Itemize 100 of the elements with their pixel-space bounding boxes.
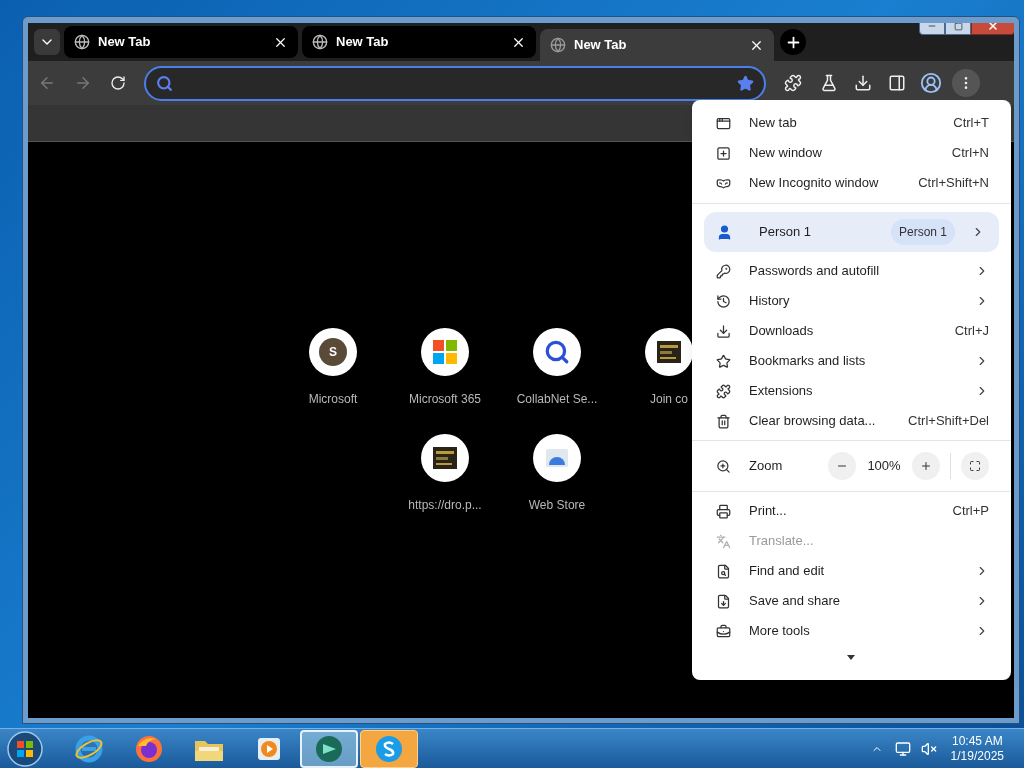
plus-icon <box>920 460 932 472</box>
menu-item[interactable]: Clear browsing data... Ctrl+Shift+Del <box>692 406 1011 436</box>
shortcut-title: Join co <box>650 391 688 408</box>
tab-title: New Tab <box>574 36 628 55</box>
shortcut-title: https://dro.p... <box>408 497 482 514</box>
fullscreen-button[interactable] <box>961 452 989 480</box>
reload-icon[interactable] <box>110 75 126 91</box>
globe-icon <box>312 34 328 50</box>
menu-item-label: Passwords and autofill <box>749 262 881 281</box>
flask-icon[interactable] <box>820 74 838 92</box>
menu-item-label: Zoom <box>749 457 784 476</box>
menu-item[interactable]: Save and share <box>692 586 1011 616</box>
menu-item-label: Clear browsing data... <box>749 412 877 431</box>
zoom-icon <box>716 458 731 474</box>
menu-item-label: Translate... <box>749 532 815 551</box>
menu-item-label: History <box>749 292 791 311</box>
forward-icon[interactable] <box>74 74 92 92</box>
profile-menu-item[interactable]: Person 1 Person 1 <box>704 212 999 252</box>
close-icon <box>987 23 999 32</box>
menu-item-label: New tab <box>749 114 798 133</box>
shortcut-text: Ctrl+J <box>954 322 989 341</box>
maximize-icon <box>953 23 963 31</box>
menu-item[interactable]: New Incognito window Ctrl+Shift+N <box>692 168 1011 198</box>
key-icon <box>716 263 731 279</box>
shortcut-tile[interactable]: https://dro.p... <box>389 434 501 514</box>
fox-globe-icon <box>134 733 164 764</box>
search-icon <box>544 339 570 365</box>
find-icon <box>716 563 731 579</box>
shortcut-tile[interactable]: Microsoft 365 <box>389 328 501 408</box>
menu-item[interactable]: New tab Ctrl+T <box>692 108 1011 138</box>
translate-icon <box>716 533 731 549</box>
shortcut-tile[interactable]: Web Store <box>501 434 613 514</box>
menu-item-label: More tools <box>749 622 811 641</box>
globe-icon <box>74 34 90 50</box>
menu-item-label: Person 1 <box>759 223 813 242</box>
chat-s-icon <box>374 733 404 764</box>
menu-item[interactable]: Passwords and autofill <box>692 256 1011 286</box>
shortcut-text: Ctrl+N <box>951 144 989 163</box>
browser-tab[interactable]: New Tab <box>64 26 298 58</box>
search-icon <box>156 74 173 92</box>
muted-volume-icon[interactable] <box>920 740 937 757</box>
site-thumbnail-icon <box>433 447 457 469</box>
shortcut-title: Microsoft 365 <box>409 391 481 408</box>
shortcut-text: Ctrl+Shift+Del <box>908 412 989 431</box>
clock[interactable]: 10:45 AM 1/19/2025 <box>950 733 1004 764</box>
toolbox-icon <box>716 623 731 639</box>
download-icon[interactable] <box>854 74 872 92</box>
menu-item-label: New Incognito window <box>749 174 880 193</box>
menu-item[interactable]: New window Ctrl+N <box>692 138 1011 168</box>
chat-bubble-icon <box>314 733 344 764</box>
shortcut-title: CollabNet Se... <box>516 391 598 408</box>
shortcut-text: Ctrl+P <box>952 502 989 521</box>
menu-item-label: Find and edit <box>749 562 826 581</box>
menu-item[interactable]: Find and edit <box>692 556 1011 586</box>
tab-title: New Tab <box>98 33 152 52</box>
download-icon <box>716 323 731 339</box>
tab-title: New Tab <box>336 33 390 52</box>
new-tab-button[interactable] <box>780 29 806 55</box>
profile-chip: Person 1 <box>890 219 955 245</box>
start-orb-icon[interactable] <box>6 729 44 768</box>
bookmark-star-icon[interactable] <box>737 74 754 92</box>
profile-icon[interactable] <box>920 72 942 94</box>
fullscreen-icon <box>969 460 981 472</box>
globe-icon <box>550 37 566 53</box>
taskbar-button[interactable] <box>360 729 418 768</box>
save-icon <box>716 593 731 609</box>
menu-item[interactable]: More tools <box>692 616 1011 646</box>
site-icon: S <box>319 338 347 366</box>
menu-item-label: Extensions <box>749 382 814 401</box>
shortcut-title: Web Store <box>528 497 586 514</box>
back-icon[interactable] <box>38 74 56 92</box>
shortcut-text: Ctrl+Shift+N <box>918 174 989 193</box>
shortcut-tile[interactable]: S Microsoft <box>277 328 389 408</box>
puzzle-icon[interactable] <box>784 74 802 92</box>
network-icon[interactable] <box>894 740 911 757</box>
menu-item[interactable]: Print... Ctrl+P <box>692 496 1011 526</box>
zoom-level: 100% <box>866 457 902 476</box>
zoom-in-button[interactable] <box>912 452 940 480</box>
history-icon <box>716 293 731 309</box>
menu-button[interactable] <box>952 69 980 97</box>
windows-logo-icon <box>433 340 457 364</box>
browser-tab[interactable]: New Tab <box>540 29 774 61</box>
menu-item-label: Bookmarks and lists <box>749 352 867 371</box>
address-bar[interactable] <box>144 65 766 101</box>
star-icon <box>716 353 731 369</box>
person-icon <box>716 223 733 241</box>
browser-tab[interactable]: New Tab <box>302 26 536 58</box>
plus-window-icon <box>716 145 731 161</box>
browser-e-icon <box>74 733 104 764</box>
clock-time: 10:45 AM <box>951 733 1003 749</box>
window-icon <box>716 115 731 131</box>
printer-icon <box>716 503 731 519</box>
shortcut-text: Ctrl+T <box>953 114 989 133</box>
side-panel-icon[interactable] <box>888 74 906 92</box>
menu-item[interactable]: History <box>692 286 1011 316</box>
play-icon <box>256 735 282 762</box>
puzzle-icon <box>716 383 731 399</box>
menu-item-label: Print... <box>749 502 788 521</box>
shortcut-tile[interactable]: CollabNet Se... <box>501 328 613 408</box>
tab-search-button[interactable] <box>34 29 60 55</box>
